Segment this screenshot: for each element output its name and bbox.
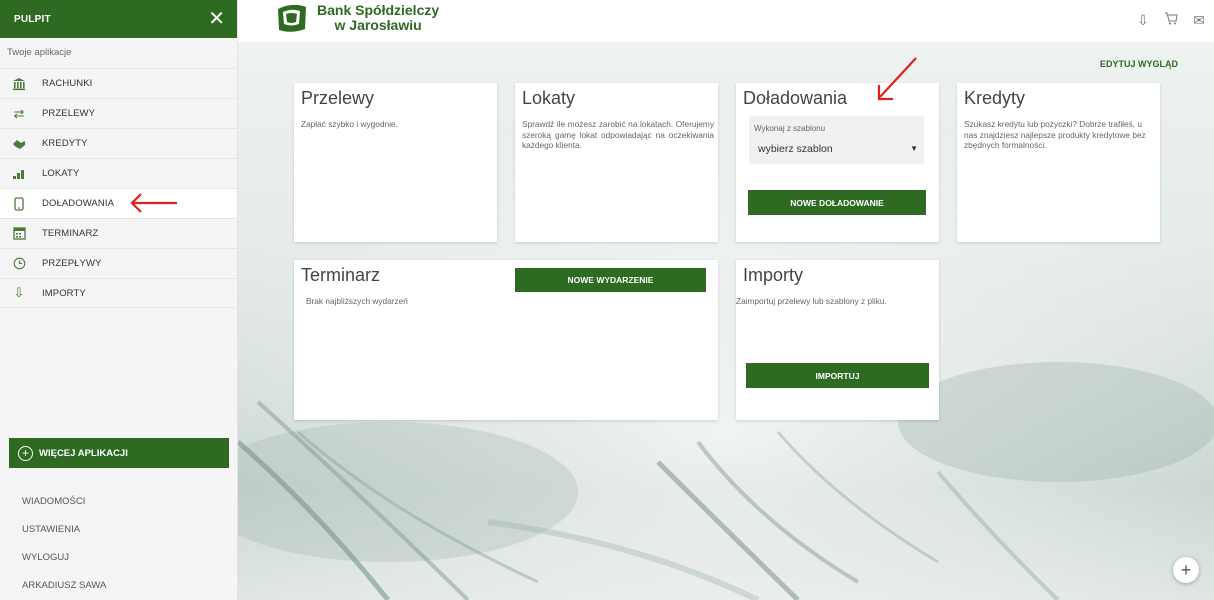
messages-link[interactable]: WIADOMOŚCI <box>22 496 106 524</box>
close-icon[interactable]: ✕ <box>208 9 225 29</box>
import-arrow-icon: ⇩ <box>13 285 25 300</box>
sidebar-item-label: LOKATY <box>42 168 80 179</box>
user-name-link[interactable]: ARKADIUSZ SAWA <box>22 580 106 600</box>
bank-name: Bank Spółdzielczy w Jarosławiu <box>317 3 439 33</box>
template-select[interactable]: Wykonaj z szablonu wybierz szablon ▼ <box>749 116 924 164</box>
plus-circle-icon: + <box>18 445 33 461</box>
sidebar-item-label: RACHUNKI <box>42 78 93 89</box>
bank-icon <box>9 76 29 92</box>
phone-icon <box>9 196 29 212</box>
card-title: Doładowania <box>743 88 848 108</box>
card-przelewy[interactable]: Przelewy Zapłać szybko i wygodnie. <box>294 83 497 242</box>
template-select-value: wybierz szablon <box>758 143 833 155</box>
card-title: Importy <box>743 265 804 285</box>
sidebar-title: PULPIT <box>14 13 51 25</box>
edit-layout-link[interactable]: EDYTUJ WYGLĄD <box>1100 59 1178 69</box>
card-lokaty[interactable]: Lokaty Sprawdź ile możesz zarobić na lok… <box>515 83 718 242</box>
sidebar-item-przelewy[interactable]: ⇄ PRZELEWY <box>0 98 237 128</box>
header-icons: ⇩ ✉ <box>1136 12 1206 29</box>
mail-icon[interactable]: ✉ <box>1192 12 1206 29</box>
calendar-icon <box>9 226 29 242</box>
bank-name-line2: w Jarosławiu <box>334 17 422 33</box>
sidebar-item-lokaty[interactable]: LOKATY <box>0 158 237 188</box>
card-doladowania: Doładowania Wykonaj z szablonu wybierz s… <box>736 83 939 242</box>
sidebar-item-kredyty[interactable]: KREDYTY <box>0 128 237 158</box>
sidebar-item-terminarz[interactable]: TERMINARZ <box>0 218 237 248</box>
card-title: Kredyty <box>964 88 1026 108</box>
sidebar-item-label: TERMINARZ <box>42 228 99 239</box>
sidebar-item-doladowania[interactable]: DOŁADOWANIA <box>0 188 237 218</box>
card-title: Przelewy <box>301 88 375 108</box>
sidebar-header: PULPIT ✕ <box>0 0 237 38</box>
import-button[interactable]: IMPORTUJ <box>746 363 929 388</box>
bank-logo[interactable]: Bank Spółdzielczy w Jarosławiu <box>275 3 439 33</box>
coins-icon <box>9 166 29 182</box>
card-title: Lokaty <box>522 88 576 108</box>
card-description: Zaimportuj przelewy lub szablony z pliku… <box>736 296 887 306</box>
card-description: Szukasz kredytu lub pożyczki? Dobrze tra… <box>964 119 1146 150</box>
clock-icon <box>9 256 29 272</box>
settings-link[interactable]: USTAWIENIA <box>22 524 106 552</box>
bank-logo-icon <box>278 4 306 32</box>
card-description: Brak najbliższych wydarzeń <box>306 296 408 306</box>
sidebar-item-przeplywy[interactable]: PRZEPŁYWY <box>0 248 237 278</box>
cart-icon[interactable] <box>1164 12 1178 29</box>
sidebar-menu: RACHUNKI ⇄ PRZELEWY KREDYTY LOKATY DOŁAD… <box>0 68 237 308</box>
card-terminarz: Terminarz Brak najbliższych wydarzeń NOW… <box>294 260 718 420</box>
handshake-icon <box>9 136 29 152</box>
sidebar-item-importy[interactable]: ⇩ IMPORTY <box>0 278 237 308</box>
sidebar: PULPIT ✕ Twoje aplikacje RACHUNKI ⇄ PRZE… <box>0 0 238 600</box>
sidebar-subtitle: Twoje aplikacje <box>7 47 72 58</box>
sidebar-item-label: DOŁADOWANIA <box>42 198 115 209</box>
bank-name-line1: Bank Spółdzielczy <box>317 2 440 18</box>
card-kredyty[interactable]: Kredyty Szukasz kredytu lub pożyczki? Do… <box>957 83 1160 242</box>
card-title: Terminarz <box>301 265 381 285</box>
template-select-label: Wykonaj z szablonu <box>754 124 826 133</box>
sidebar-item-label: PRZELEWY <box>42 108 96 119</box>
sidebar-item-label: PRZEPŁYWY <box>42 258 102 269</box>
more-apps-label: WIĘCEJ APLIKACJI <box>39 447 128 459</box>
download-icon[interactable]: ⇩ <box>1136 12 1150 29</box>
dashboard-main: EDYTUJ WYGLĄD Przelewy Zapłać szybko i w… <box>238 42 1214 600</box>
sidebar-item-label: IMPORTY <box>42 287 86 299</box>
sidebar-item-label: KREDYTY <box>42 138 88 149</box>
transfer-arrows-icon: ⇄ <box>13 105 25 121</box>
top-header: Bank Spółdzielczy w Jarosławiu ⇩ ✉ <box>238 0 1214 42</box>
new-event-button[interactable]: NOWE WYDARZENIE <box>515 268 706 292</box>
card-description: Sprawdź ile możesz zarobić na lokatach. … <box>522 119 714 150</box>
card-description: Zapłać szybko i wygodnie. <box>301 119 398 129</box>
logout-link[interactable]: WYLOGUJ <box>22 552 106 580</box>
sidebar-bottom-links: WIADOMOŚCI USTAWIENIA WYLOGUJ ARKADIUSZ … <box>22 496 106 600</box>
dropdown-caret-icon: ▼ <box>910 144 918 153</box>
more-apps-button[interactable]: + WIĘCEJ APLIKACJI <box>9 438 229 468</box>
new-topup-button[interactable]: NOWE DOŁADOWANIE <box>748 190 926 215</box>
card-importy: Importy Zaimportuj przelewy lub szablony… <box>736 260 939 420</box>
add-fab-button[interactable]: + <box>1173 557 1199 583</box>
sidebar-item-rachunki[interactable]: RACHUNKI <box>0 68 237 98</box>
